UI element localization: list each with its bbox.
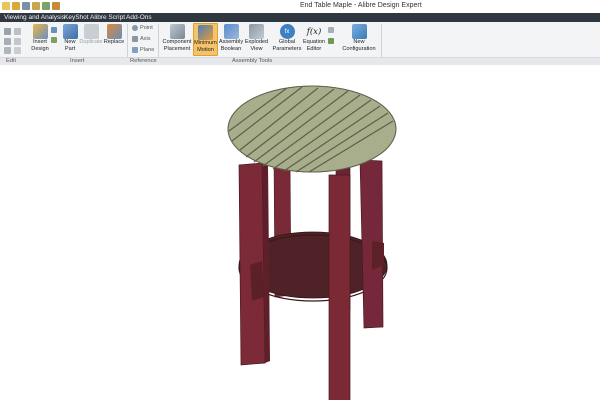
group-label-reference: Reference bbox=[130, 58, 157, 64]
component-placement-icon bbox=[169, 24, 185, 39]
config-check-icon[interactable] bbox=[328, 38, 334, 44]
ribbon-group-labels: Edit Insert Reference Assembly Tools bbox=[0, 57, 600, 65]
shelf-cleat-right bbox=[372, 241, 384, 270]
shelf-cleat-left bbox=[250, 261, 264, 301]
function-glyph: f(x) bbox=[306, 26, 322, 37]
tab-viewing-and-analysis[interactable]: Viewing and Analysis bbox=[4, 14, 65, 21]
point-button[interactable]: Point bbox=[132, 25, 153, 31]
axis-button[interactable]: Axis bbox=[132, 36, 151, 42]
replace-label: Replace bbox=[103, 39, 125, 45]
point-label: Point bbox=[140, 25, 153, 31]
equation-editor-button[interactable]: f(x) Equation Editor bbox=[302, 24, 326, 52]
insert-gear-icon[interactable] bbox=[51, 27, 57, 33]
function-icon: f(x) bbox=[307, 24, 322, 39]
point-icon bbox=[132, 25, 138, 31]
new-configuration-icon bbox=[351, 24, 367, 39]
exploded-view-icon bbox=[249, 24, 264, 39]
exploded-view-button[interactable]: Exploded View bbox=[244, 24, 269, 52]
plane-icon bbox=[132, 47, 138, 53]
duplicate-label: Duplicate bbox=[79, 39, 103, 45]
global-parameters-button[interactable]: fx Global Parameters bbox=[272, 24, 302, 52]
global-parameters-icon: fx bbox=[279, 24, 295, 39]
save-icon[interactable] bbox=[22, 2, 30, 10]
assembly-boolean-button[interactable]: Assembly Boolean bbox=[218, 24, 244, 52]
redo-icon[interactable] bbox=[42, 2, 50, 10]
exploded-view-label: Exploded View bbox=[244, 39, 269, 52]
global-parameters-icon-text: fx bbox=[284, 28, 290, 35]
config-list-icon[interactable] bbox=[328, 27, 334, 33]
model-viewport[interactable] bbox=[0, 65, 600, 400]
plane-button[interactable]: Plane bbox=[132, 47, 154, 53]
menu-bar: Viewing and Analysis KeyShot Alibre Scri… bbox=[0, 13, 600, 22]
duplicate-button[interactable]: Duplicate bbox=[79, 24, 103, 46]
window-title: End Table Maple - Alibre Design Expert bbox=[300, 2, 422, 9]
assembly-boolean-icon bbox=[223, 24, 239, 39]
new-configuration-label: New Configuration bbox=[342, 39, 376, 52]
edit-move-icon[interactable] bbox=[4, 47, 11, 54]
config-small-2 bbox=[328, 38, 334, 44]
assembly-boolean-label: Assembly Boolean bbox=[218, 39, 244, 52]
print-icon[interactable] bbox=[52, 2, 60, 10]
group-label-edit: Edit bbox=[6, 58, 16, 64]
insert-small-icons-2 bbox=[51, 37, 57, 43]
minimum-motion-button[interactable]: Minimum Motion bbox=[193, 23, 218, 56]
new-part-icon bbox=[62, 24, 78, 39]
axis-icon bbox=[132, 36, 138, 42]
group-label-insert: Insert bbox=[70, 58, 85, 64]
end-table-model[interactable] bbox=[0, 65, 600, 400]
edit-select-icon[interactable] bbox=[14, 47, 21, 54]
duplicate-icon bbox=[83, 24, 99, 39]
component-placement-button[interactable]: Component Placement bbox=[161, 24, 193, 52]
tab-keyshot[interactable]: KeyShot bbox=[64, 14, 89, 21]
component-placement-label: Component Placement bbox=[162, 39, 192, 52]
group-label-assembly-tools: Assembly Tools bbox=[232, 58, 273, 64]
insert-small-icons bbox=[51, 27, 57, 33]
plane-label: Plane bbox=[140, 47, 155, 53]
new-part-button[interactable]: New Part bbox=[60, 24, 80, 52]
config-small-1 bbox=[328, 27, 334, 33]
new-configuration-button[interactable]: New Configuration bbox=[339, 24, 379, 52]
edit-paste-icon[interactable] bbox=[4, 38, 11, 45]
edit-copy-icon[interactable] bbox=[14, 28, 21, 35]
minimum-motion-label: Minimum Motion bbox=[194, 40, 217, 53]
insert-design-icon bbox=[32, 24, 48, 39]
insert-link-icon[interactable] bbox=[51, 37, 57, 43]
table-top bbox=[227, 85, 397, 173]
edit-delete-icon[interactable] bbox=[14, 38, 21, 45]
insert-design-label: Insert Design bbox=[31, 39, 49, 52]
equation-editor-label: Equation Editor bbox=[302, 39, 326, 52]
axis-label: Axis bbox=[140, 36, 151, 42]
replace-button[interactable]: Replace bbox=[103, 24, 125, 46]
global-parameters-label: Global Parameters bbox=[272, 39, 302, 52]
minimum-motion-icon bbox=[198, 25, 213, 40]
insert-design-button[interactable]: Insert Design bbox=[29, 24, 51, 52]
new-icon[interactable] bbox=[2, 2, 10, 10]
undo-icon[interactable] bbox=[32, 2, 40, 10]
quick-access-toolbar bbox=[2, 2, 60, 10]
replace-icon bbox=[106, 24, 122, 39]
edit-cut-icon[interactable] bbox=[4, 28, 11, 35]
tab-add-ons[interactable]: Add-Ons bbox=[126, 14, 152, 21]
front-leg-middle bbox=[328, 174, 351, 400]
title-bar: End Table Maple - Alibre Design Expert bbox=[0, 0, 600, 13]
tab-alibre-script[interactable]: Alibre Script bbox=[90, 14, 125, 21]
open-icon[interactable] bbox=[12, 2, 20, 10]
new-part-label: New Part bbox=[64, 39, 76, 52]
